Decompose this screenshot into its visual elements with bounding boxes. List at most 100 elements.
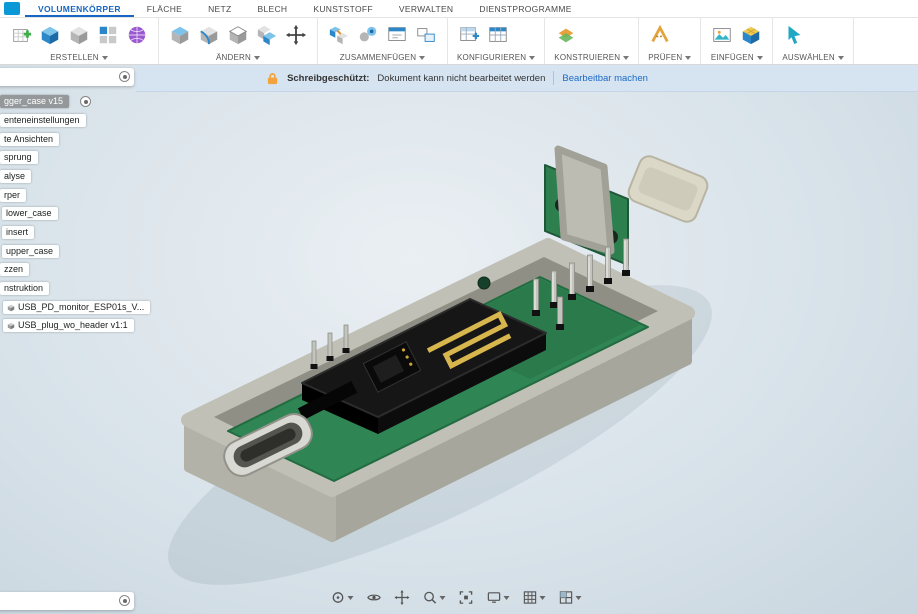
group-label-text: KONFIGURIEREN — [457, 53, 526, 62]
join-icon[interactable] — [327, 23, 351, 47]
usb-plug-cap[interactable] — [626, 153, 711, 224]
timeline-radio-icon[interactable] — [119, 595, 130, 606]
chevron-down-icon — [540, 596, 546, 600]
browser-item-lower-case[interactable]: lower_case — [2, 207, 58, 220]
joint-icon[interactable] — [356, 23, 380, 47]
group-label-text: AUSWÄHLEN — [782, 53, 834, 62]
pan-icon[interactable] — [393, 588, 412, 607]
chevron-down-icon — [419, 56, 425, 60]
browser-item-label: te Ansichten — [4, 133, 53, 146]
fillet-icon[interactable] — [197, 23, 221, 47]
orbit-icon[interactable] — [329, 588, 356, 607]
motion-link-icon[interactable] — [414, 23, 438, 47]
lock-icon — [266, 72, 279, 85]
browser-item-label: zzen — [4, 263, 23, 276]
tab-verwalten[interactable]: VERWALTEN — [386, 0, 467, 17]
move-icon[interactable] — [284, 23, 308, 47]
press-pull-icon[interactable] — [168, 23, 192, 47]
browser-item-label: upper_case — [6, 245, 53, 258]
insert-canvas-icon[interactable] — [710, 23, 734, 47]
tab-dienstprogramme[interactable]: DIENSTPROGRAMME — [466, 0, 584, 17]
viewports-icon[interactable] — [557, 588, 584, 607]
zoom-icon[interactable] — [421, 588, 448, 607]
browser-item-label: gger_case v15 — [4, 95, 63, 108]
browser-item-document-settings[interactable]: enteneinstellungen — [0, 114, 86, 127]
look-at-icon[interactable] — [365, 588, 384, 607]
tab-flaeche[interactable]: FLÄCHE — [134, 0, 195, 17]
browser-item-bodies[interactable]: rper — [0, 189, 26, 202]
browser-panel-header[interactable] — [0, 68, 134, 86]
browser-item-label: rper — [4, 189, 20, 202]
tab-blech[interactable]: BLECH — [245, 0, 301, 17]
browser-item-named-views[interactable]: te Ansichten — [0, 133, 59, 146]
make-editable-link[interactable]: Bearbeitbar machen — [562, 73, 648, 84]
browser-item-sketches[interactable]: zzen — [0, 263, 29, 276]
select-icon[interactable] — [782, 23, 806, 47]
shell-icon[interactable] — [226, 23, 250, 47]
browser-item-upper-case[interactable]: upper_case — [2, 245, 59, 258]
rear-gray-bracket[interactable] — [558, 149, 611, 251]
browser-item-label: alyse — [4, 170, 25, 183]
pattern-icon[interactable] — [96, 23, 120, 47]
ribbon-toolbar: ERSTELLEN ÄNDERN — [0, 18, 918, 65]
extrude-icon[interactable] — [38, 23, 62, 47]
group-label-text: KONSTRUIEREN — [554, 53, 620, 62]
fit-icon[interactable] — [457, 588, 476, 607]
component-icon — [7, 322, 15, 330]
group-label-erstellen[interactable]: ERSTELLEN — [9, 53, 149, 62]
group-label-text: PRÜFEN — [648, 53, 682, 62]
chevron-down-icon — [504, 596, 510, 600]
tab-kunststoff[interactable]: KUNSTSTOFF — [300, 0, 386, 17]
browser-item-usb-plug[interactable]: USB_plug_wo_header v1:1 — [3, 319, 134, 332]
viewport-canvas[interactable]: Schreibgeschützt: Dokument kann nicht be… — [0, 65, 918, 614]
component-icon — [7, 304, 15, 312]
group-label-text: ÄNDERN — [216, 53, 251, 62]
group-label-konstruieren[interactable]: KONSTRUIEREN — [554, 53, 629, 62]
read-only-message: Dokument kann nicht bearbeitet werden — [377, 73, 545, 84]
browser-item-label: insert — [6, 226, 28, 239]
grid-settings-icon[interactable] — [521, 588, 548, 607]
usb-logger-case-3d-model[interactable] — [0, 65, 918, 614]
browser-item-origin[interactable]: sprung — [0, 151, 38, 164]
group-label-text: ERSTELLEN — [50, 53, 98, 62]
browser-item-insert[interactable]: insert — [2, 226, 34, 239]
construction-plane-icon[interactable] — [554, 23, 578, 47]
measure-icon[interactable] — [648, 23, 672, 47]
group-auswaehlen: AUSWÄHLEN — [773, 18, 853, 64]
chevron-down-icon — [685, 56, 691, 60]
group-label-auswaehlen[interactable]: AUSWÄHLEN — [782, 53, 843, 62]
tab-volumenkoerper[interactable]: VOLUMENKÖRPER — [25, 0, 134, 17]
browser-item-analysis[interactable]: alyse — [0, 170, 31, 183]
timeline-bar[interactable] — [0, 592, 134, 610]
group-label-zusammenfuegen[interactable]: ZUSAMMENFÜGEN — [327, 53, 438, 62]
chevron-down-icon — [348, 596, 354, 600]
revolve-icon[interactable] — [67, 23, 91, 47]
browser-header-radio-icon[interactable] — [119, 71, 130, 82]
rigid-group-icon[interactable] — [385, 23, 409, 47]
tab-netz[interactable]: NETZ — [195, 0, 244, 17]
group-label-pruefen[interactable]: PRÜFEN — [648, 53, 691, 62]
display-settings-icon[interactable] — [485, 588, 512, 607]
browser-root-radio-icon[interactable] — [80, 96, 91, 107]
form-icon[interactable] — [125, 23, 149, 47]
group-label-einfuegen[interactable]: EINFÜGEN — [710, 53, 763, 62]
browser-item-label: sprung — [4, 151, 32, 164]
configuration-icon[interactable] — [457, 23, 481, 47]
group-konfigurieren: KONFIGURIEREN — [448, 18, 545, 64]
browser-item-construction[interactable]: nstruktion — [0, 282, 49, 295]
app-logo-icon[interactable] — [4, 2, 20, 15]
chevron-down-icon — [623, 56, 629, 60]
group-label-aendern[interactable]: ÄNDERN — [168, 53, 308, 62]
read-only-label: Schreibgeschützt: — [287, 73, 369, 84]
chevron-down-icon — [576, 596, 582, 600]
insert-mesh-icon[interactable] — [739, 23, 763, 47]
group-label-konfigurieren[interactable]: KONFIGURIEREN — [457, 53, 535, 62]
combine-icon[interactable] — [255, 23, 279, 47]
browser-item-label: USB_plug_wo_header v1:1 — [18, 319, 128, 332]
create-sketch-icon[interactable] — [9, 23, 33, 47]
configuration-table-icon[interactable] — [486, 23, 510, 47]
chevron-down-icon — [440, 596, 446, 600]
browser-item-root[interactable]: gger_case v15 — [0, 95, 69, 108]
browser-item-usb-pd-monitor[interactable]: USB_PD_monitor_ESP01s_V... — [3, 301, 150, 314]
group-pruefen: PRÜFEN — [639, 18, 701, 64]
